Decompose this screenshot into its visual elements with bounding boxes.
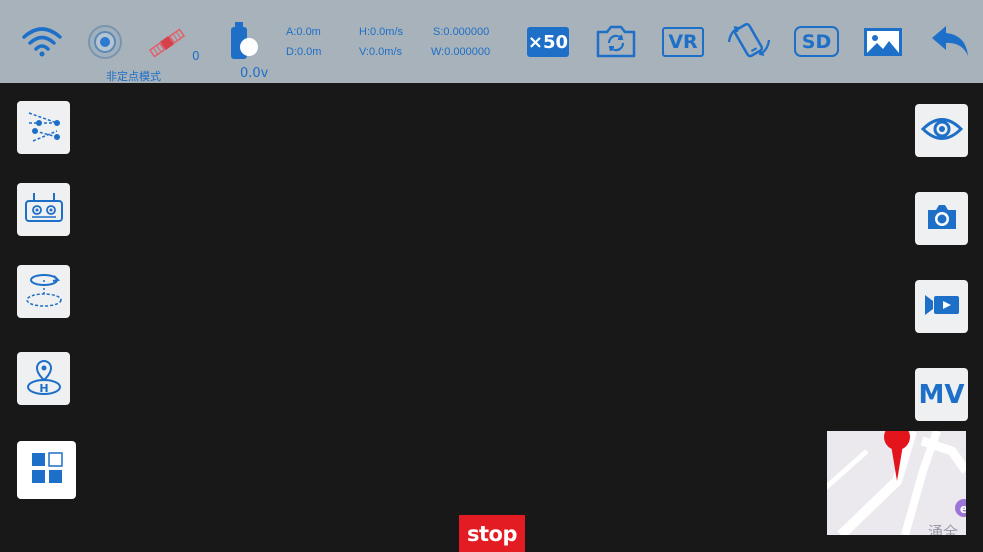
back-icon[interactable] xyxy=(930,24,972,58)
mv-button[interactable]: MV xyxy=(915,368,968,421)
photo-camera-icon xyxy=(926,203,958,235)
gimbal-icon[interactable] xyxy=(87,24,123,60)
photo-button[interactable] xyxy=(915,192,968,245)
wifi-icon[interactable] xyxy=(22,25,62,57)
video-button[interactable] xyxy=(915,280,968,333)
grid-menu-button[interactable] xyxy=(17,441,76,499)
map-pin-icon xyxy=(883,431,911,483)
svg-text:e: e xyxy=(960,502,966,516)
app-root: 非定点模式 0 0.0v A:0.0m D:0.0m H:0.0m/s V:0.… xyxy=(0,0,983,552)
waypoint-icon xyxy=(25,107,63,149)
battery-voltage: 0.0v xyxy=(240,66,269,81)
sd-label: SD xyxy=(801,30,832,53)
top-status-bar: 非定点模式 0 0.0v A:0.0m D:0.0m H:0.0m/s V:0.… xyxy=(0,0,983,83)
grid-menu-icon xyxy=(31,452,63,488)
svg-text:H: H xyxy=(39,382,48,395)
waypoint-button[interactable] xyxy=(17,101,70,154)
h-speed-readout: H:0.0m/s xyxy=(359,26,404,38)
flight-mode-label: 非定点模式 xyxy=(106,70,161,83)
vr-label: VR xyxy=(668,31,698,53)
mv-icon: MV xyxy=(918,379,965,410)
vr-icon[interactable]: VR xyxy=(662,27,704,57)
orbit-button[interactable] xyxy=(17,265,70,318)
v-speed-readout: V:0.0m/s xyxy=(359,46,402,58)
gallery-icon[interactable] xyxy=(862,26,904,58)
remote-controller-icon xyxy=(24,189,64,231)
map-place-label: 涌全 xyxy=(928,523,959,535)
remote-controller-button[interactable] xyxy=(17,183,70,236)
zoom-icon[interactable]: ×50 xyxy=(527,27,569,57)
view-button[interactable] xyxy=(915,104,968,157)
satellite-icon xyxy=(147,27,187,59)
altitude-readout: A:0.0m xyxy=(286,26,321,38)
zoom-label: ×50 xyxy=(527,31,569,53)
video-camera-icon xyxy=(923,293,961,321)
camera-switch-icon[interactable] xyxy=(594,22,638,60)
w-readout: W:0.000000 xyxy=(431,46,491,58)
stop-button[interactable]: stop xyxy=(459,515,525,552)
orbit-icon xyxy=(24,270,64,314)
phone-rotate-icon[interactable] xyxy=(726,20,772,62)
distance-readout: D:0.0m xyxy=(286,46,322,58)
sd-card-icon[interactable]: SD xyxy=(794,26,839,57)
battery-icon xyxy=(228,22,262,60)
satellite-count: 0 xyxy=(192,49,200,63)
mini-map[interactable]: e 涌全 xyxy=(827,431,966,535)
s-readout: S:0.000000 xyxy=(433,26,490,38)
return-home-icon: H xyxy=(24,357,64,401)
eye-icon xyxy=(920,116,963,146)
return-home-button[interactable]: H xyxy=(17,352,70,405)
